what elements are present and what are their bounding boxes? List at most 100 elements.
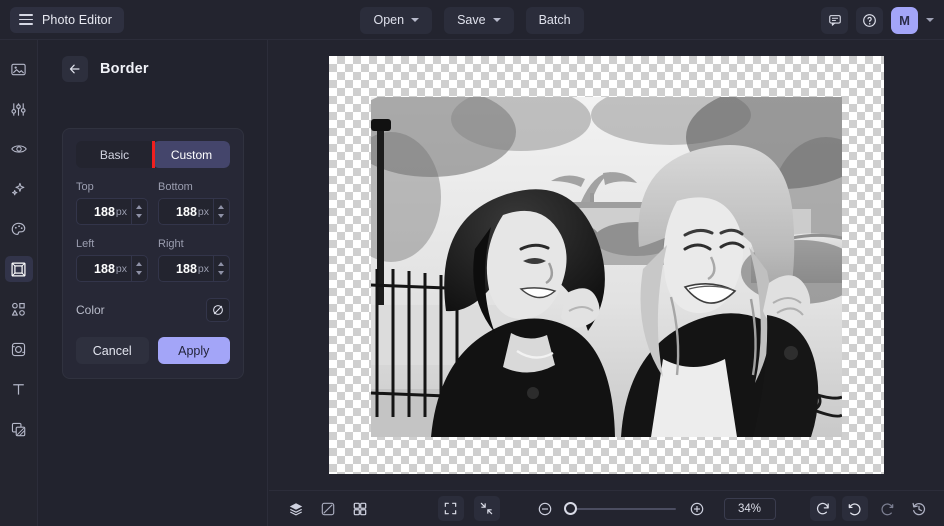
redo-button[interactable] <box>874 496 900 521</box>
border-mode-tabs: Basic Custom <box>76 141 230 168</box>
rail-item-retouch[interactable] <box>5 136 33 162</box>
batch-button[interactable]: Batch <box>525 6 584 34</box>
zoom-out-icon <box>538 502 551 515</box>
border-row-top-bottom: Top 188 px Bottom 188 px <box>76 181 230 225</box>
sparkles-icon <box>12 182 25 195</box>
no-color-slashed-circle-icon <box>213 305 223 315</box>
image-icon <box>11 63 26 75</box>
zoom-slider-handle[interactable] <box>563 501 577 515</box>
reset-button[interactable] <box>810 496 836 521</box>
bottom-left-tools <box>283 496 373 521</box>
shapes-icon <box>11 302 25 316</box>
help-button[interactable] <box>856 6 883 34</box>
text-icon <box>13 383 24 395</box>
chevron-up-icon[interactable] <box>135 262 142 266</box>
field-right-input[interactable]: 188 px <box>158 255 230 282</box>
photo-image[interactable] <box>371 97 842 437</box>
cancel-button[interactable]: Cancel <box>76 337 149 364</box>
question-circle-icon <box>863 13 876 27</box>
open-label: Open <box>373 13 405 27</box>
chevron-down-icon[interactable] <box>926 18 934 22</box>
photo-editor-app: Photo Editor Open Save Batch M Border Ba… <box>0 0 944 526</box>
field-bottom-value: 188 <box>176 204 197 219</box>
brand-title: Photo Editor <box>42 12 112 27</box>
shrink-to-fit-icon <box>480 502 493 515</box>
field-top-unit: px <box>115 205 127 218</box>
feedback-button[interactable] <box>821 6 848 34</box>
chevron-down-icon <box>492 18 501 22</box>
zoom-level-value[interactable]: 34% <box>723 497 776 520</box>
fit-screen-icon <box>444 502 457 515</box>
field-left-value: 188 <box>94 261 115 276</box>
adjustments-icon <box>11 102 26 116</box>
undo-button[interactable] <box>842 496 868 521</box>
fit-screen-button[interactable] <box>437 496 464 521</box>
field-left: Left 188 px <box>76 238 148 282</box>
chevron-up-icon[interactable] <box>217 262 224 266</box>
eye-icon <box>10 145 27 153</box>
brand-menu-button[interactable]: Photo Editor <box>10 6 124 33</box>
transparency-button[interactable] <box>315 496 341 521</box>
rail-item-frames[interactable] <box>5 336 33 362</box>
zoom-in-icon <box>690 502 703 515</box>
rail-item-text[interactable] <box>5 376 33 402</box>
history-button[interactable] <box>906 496 932 521</box>
zoom-in-button[interactable] <box>684 496 710 521</box>
panel-header: Border <box>38 40 267 82</box>
field-left-input[interactable]: 188 px <box>76 255 148 282</box>
rail-item-adjust[interactable] <box>5 96 33 122</box>
back-button[interactable] <box>62 56 88 82</box>
field-bottom: Bottom 188 px <box>158 181 230 225</box>
avatar[interactable]: M <box>891 6 918 34</box>
rail-item-effects[interactable] <box>5 176 33 202</box>
chevron-down-icon[interactable] <box>217 271 224 275</box>
field-bottom-unit: px <box>197 205 209 218</box>
color-swatch-button[interactable] <box>206 298 230 322</box>
canvas-transparent-background[interactable] <box>329 56 884 474</box>
batch-label: Batch <box>538 13 571 27</box>
field-bottom-label: Bottom <box>158 181 193 193</box>
field-right-value: 188 <box>176 261 197 276</box>
field-top-value: 188 <box>94 204 115 219</box>
field-left-stepper[interactable] <box>131 256 145 281</box>
field-top: Top 188 px <box>76 181 148 225</box>
field-bottom-input[interactable]: 188 px <box>158 198 230 225</box>
rail-item-shapes[interactable] <box>5 296 33 322</box>
open-button[interactable]: Open <box>360 6 433 34</box>
chevron-up-icon[interactable] <box>217 205 224 209</box>
grid-button[interactable] <box>347 496 373 521</box>
chevron-down-icon[interactable] <box>135 271 142 275</box>
field-right-label: Right <box>158 238 184 250</box>
rail-item-filters[interactable] <box>5 216 33 242</box>
bottom-bar: 34% <box>269 490 944 526</box>
field-bottom-stepper[interactable] <box>213 199 227 224</box>
tab-basic[interactable]: Basic <box>76 141 153 168</box>
chevron-up-icon[interactable] <box>135 205 142 209</box>
save-button[interactable]: Save <box>444 6 514 34</box>
field-top-stepper[interactable] <box>131 199 145 224</box>
apply-button[interactable]: Apply <box>157 337 230 364</box>
zoom-slider-track[interactable] <box>563 501 676 515</box>
chevron-down-icon[interactable] <box>135 214 142 218</box>
layers-icon <box>289 502 303 516</box>
shrink-to-fit-button[interactable] <box>473 496 500 521</box>
tab-custom[interactable]: Custom <box>153 141 230 168</box>
zoom-out-button[interactable] <box>532 496 558 521</box>
chevron-down-icon[interactable] <box>217 214 224 218</box>
canvas-stage[interactable] <box>269 40 944 490</box>
top-bar: Photo Editor Open Save Batch M <box>0 0 944 40</box>
border-settings-card: Basic Custom Top 188 px Bottom 188 px Le… <box>62 128 244 379</box>
rail-item-border[interactable] <box>4 256 33 282</box>
undo-icon <box>848 503 861 515</box>
field-top-input[interactable]: 188 px <box>76 198 148 225</box>
layers-button[interactable] <box>283 496 309 521</box>
reset-icon <box>816 502 829 514</box>
zoom-slider-group: 34% <box>532 496 776 521</box>
field-right-stepper[interactable] <box>213 256 227 281</box>
frame-icon <box>11 342 26 356</box>
rail-item-overlay[interactable] <box>5 416 33 442</box>
hamburger-icon[interactable] <box>19 14 33 25</box>
palette-icon <box>11 222 26 235</box>
rail-item-image[interactable] <box>5 56 33 82</box>
field-top-label: Top <box>76 181 94 193</box>
